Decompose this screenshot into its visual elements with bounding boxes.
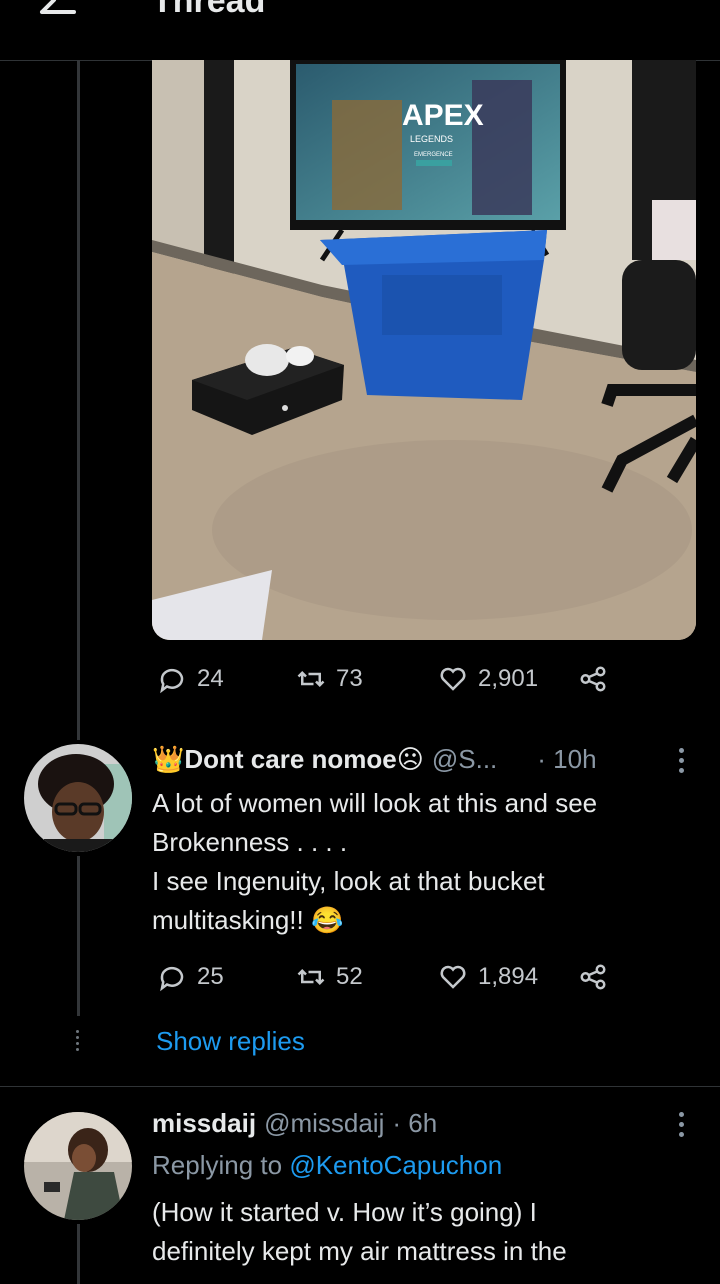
like-button[interactable]: 2,901 bbox=[438, 664, 538, 694]
reply1-handle[interactable]: @S... bbox=[432, 744, 497, 775]
crown-emoji-icon: 👑 bbox=[152, 744, 185, 774]
reply1-time: · 10h bbox=[537, 744, 597, 774]
reply1-text-content: A lot of women will look at this and see… bbox=[152, 788, 598, 935]
reply-button[interactable]: 25 bbox=[157, 962, 224, 992]
avatar[interactable] bbox=[24, 744, 132, 852]
tv-game-title: APEX bbox=[402, 99, 484, 132]
heart-icon bbox=[440, 965, 466, 989]
replying-prefix: Replying to bbox=[152, 1150, 290, 1180]
back-arrow-icon[interactable] bbox=[34, 0, 78, 32]
avatar[interactable] bbox=[24, 1112, 132, 1220]
reply2-handle[interactable]: @missdaij bbox=[264, 1108, 384, 1139]
page-title: Thread bbox=[152, 0, 266, 20]
more-options-icon[interactable] bbox=[676, 748, 686, 773]
reply1-header: 👑 Dont care nomoe ☹ @S... · 10h bbox=[152, 744, 692, 775]
share-button[interactable] bbox=[578, 664, 608, 694]
reply-icon bbox=[160, 668, 184, 694]
retweet-icon bbox=[297, 968, 325, 986]
divider bbox=[0, 1086, 720, 1087]
share-icon bbox=[580, 964, 606, 990]
retweet-icon bbox=[297, 670, 325, 688]
heart-icon bbox=[440, 667, 466, 691]
laughing-emoji-icon: 😂 bbox=[310, 905, 344, 935]
retweet-count: 73 bbox=[336, 665, 363, 692]
thread-line bbox=[77, 856, 80, 1016]
reply2-text: (How it started v. How it’s going) I def… bbox=[152, 1197, 567, 1266]
share-button[interactable] bbox=[578, 962, 608, 992]
reply-count: 25 bbox=[197, 963, 224, 990]
show-replies-link[interactable]: Show replies bbox=[156, 1026, 305, 1057]
reply2-header: missdaij @missdaij · 6h bbox=[152, 1108, 437, 1139]
reply1-text: A lot of women will look at this and see… bbox=[152, 784, 692, 940]
retweet-count: 52 bbox=[336, 963, 363, 990]
like-count: 1,894 bbox=[478, 963, 539, 990]
share-icon bbox=[580, 666, 606, 692]
more-options-icon[interactable] bbox=[676, 1112, 686, 1137]
reply-count: 24 bbox=[197, 665, 224, 692]
reply1-display-name[interactable]: Dont care nomoe bbox=[184, 744, 396, 775]
tweet-photo[interactable]: APEX LEGENDS EMERGENCE bbox=[152, 60, 696, 640]
replying-to-line: Replying to @KentoCapuchon bbox=[152, 1150, 502, 1181]
reply-icon bbox=[160, 966, 184, 992]
retweet-button[interactable]: 73 bbox=[296, 664, 363, 694]
like-count: 2,901 bbox=[478, 665, 539, 692]
top-bar: Thread bbox=[0, 0, 720, 61]
frown-emoji-icon: ☹ bbox=[396, 744, 424, 774]
retweet-button[interactable]: 52 bbox=[296, 962, 363, 992]
tv-game-subtitle: LEGENDS bbox=[410, 134, 453, 144]
thread-line bbox=[77, 1224, 80, 1284]
thread-more-dots bbox=[76, 1030, 79, 1051]
like-button[interactable]: 1,894 bbox=[438, 962, 538, 992]
replying-to-link[interactable]: @KentoCapuchon bbox=[289, 1150, 502, 1180]
reply-button[interactable]: 24 bbox=[157, 664, 224, 694]
thread-line bbox=[77, 60, 80, 740]
reply2-time: · 6h bbox=[392, 1108, 438, 1138]
reply2-display-name[interactable]: missdaij bbox=[152, 1108, 256, 1139]
tv-season-text: EMERGENCE bbox=[414, 152, 453, 158]
